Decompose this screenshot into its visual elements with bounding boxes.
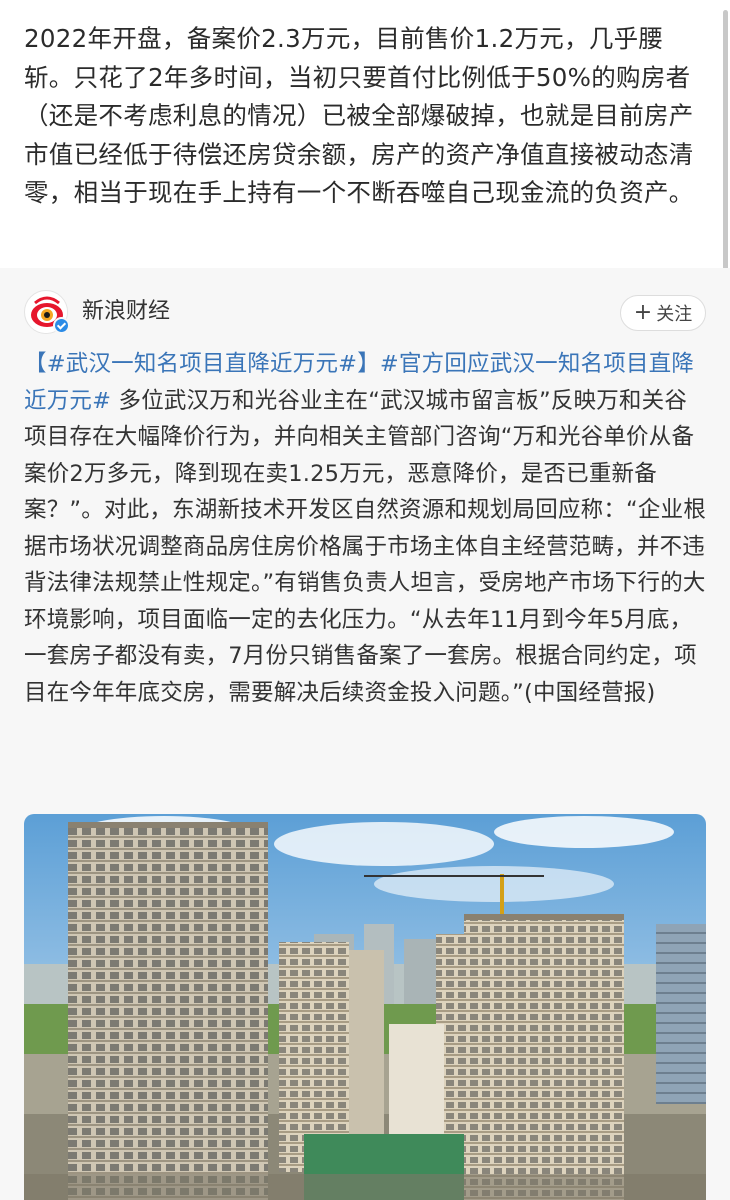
author-name[interactable]: 新浪财经	[82, 296, 170, 328]
plus-icon: +	[633, 300, 653, 325]
post-photo[interactable]	[24, 814, 706, 1200]
retweet-body-text: 多位武汉万和光谷业主在“武汉城市留言板”反映万和关谷项目存在大幅降价行为，并向相…	[24, 387, 707, 706]
post-text: 2022年开盘，备案价2.3万元，目前售价1.2万元，几乎腰斩。只花了2年多时间…	[24, 24, 694, 207]
hashtag-link[interactable]: 【#武汉一知名项目直降近万元#】	[24, 351, 380, 377]
author-row: 新浪财经 + 关注	[24, 290, 714, 334]
retweet-body: 【#武汉一知名项目直降近万元#】#官方回应武汉一知名项目直降近万元# 多位武汉万…	[24, 346, 708, 711]
construction-site-photo	[24, 814, 706, 1200]
original-post: 2022年开盘，备案价2.3万元，目前售价1.2万元，几乎腰斩。只花了2年多时间…	[0, 0, 730, 268]
follow-label: 关注	[656, 304, 693, 325]
follow-button[interactable]: + 关注	[620, 295, 706, 331]
scrollbar[interactable]	[723, 10, 728, 272]
retweeted-post[interactable]: 新浪财经 + 关注 【#武汉一知名项目直降近万元#】#官方回应武汉一知名项目直降…	[0, 268, 730, 1200]
verified-badge-icon	[53, 317, 70, 334]
